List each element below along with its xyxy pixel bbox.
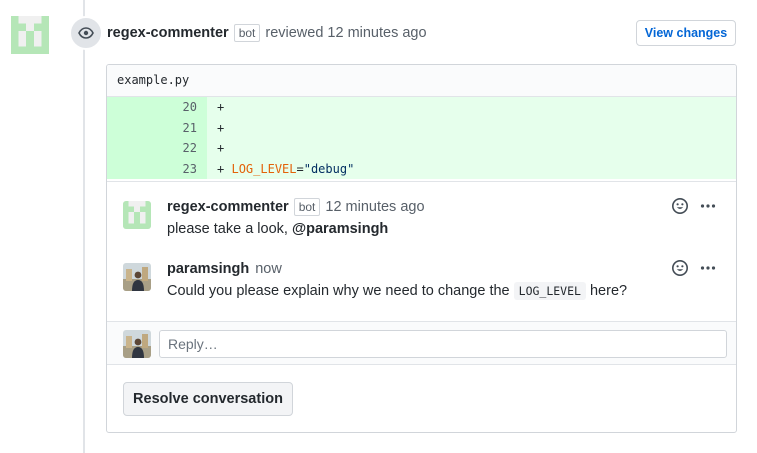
bot-label: bot xyxy=(233,24,261,42)
comment-text: please take a look, xyxy=(167,221,292,237)
eye-icon xyxy=(69,16,103,50)
bot-avatar[interactable] xyxy=(11,16,49,54)
comment-text: Could you please explain why we need to … xyxy=(167,283,514,299)
bot-avatar[interactable] xyxy=(123,201,151,229)
comment-time[interactable]: 12 minutes ago xyxy=(325,199,424,215)
line-number[interactable]: 21 xyxy=(107,117,207,138)
review-thread-card: example.py 20 + 21 + 22 + 23 + LOG_LEVEL… xyxy=(106,64,737,433)
user-mention[interactable]: @paramsingh xyxy=(292,221,388,237)
line-code: + xyxy=(207,97,736,118)
line-number[interactable]: 22 xyxy=(107,138,207,159)
diff-line: 22 + xyxy=(107,138,736,159)
comment-actions xyxy=(671,259,717,277)
user-avatar[interactable] xyxy=(123,263,151,291)
diff-line: 20 + xyxy=(107,97,736,118)
bot-label: bot xyxy=(293,198,321,216)
resolve-conversation-button[interactable]: Resolve conversation xyxy=(123,382,293,416)
kebab-menu-icon[interactable] xyxy=(699,197,717,215)
review-header: regex-commenter bot reviewed 12 minutes … xyxy=(107,22,427,44)
review-author[interactable]: regex-commenter xyxy=(107,25,229,41)
timeline-line xyxy=(83,0,85,453)
line-code: + LOG_LEVEL="debug" xyxy=(207,158,736,179)
comment-header: paramsingh now xyxy=(167,259,282,279)
diff-hunk: 20 + 21 + 22 + 23 + LOG_LEVEL="debug" xyxy=(107,97,736,182)
comment-header: regex-commenter bot 12 minutes ago xyxy=(167,197,425,217)
reply-bar xyxy=(107,321,736,365)
review-time[interactable]: 12 minutes ago xyxy=(327,25,426,41)
line-code: + xyxy=(207,138,736,159)
user-avatar xyxy=(123,330,151,358)
comment-time[interactable]: now xyxy=(255,261,282,277)
smiley-icon[interactable] xyxy=(671,259,689,277)
comment-author[interactable]: paramsingh xyxy=(167,261,249,277)
line-number[interactable]: 20 xyxy=(107,97,207,118)
comment: regex-commenter bot 12 minutes ago pleas… xyxy=(123,197,723,241)
comment-author[interactable]: regex-commenter xyxy=(167,199,289,215)
comment-body: please take a look, @paramsingh xyxy=(167,221,388,237)
inline-code: LOG_LEVEL xyxy=(513,282,586,300)
review-action: reviewed xyxy=(265,25,324,41)
reply-input[interactable] xyxy=(159,330,727,358)
file-name[interactable]: example.py xyxy=(107,65,736,97)
view-changes-button[interactable]: View changes xyxy=(636,20,736,46)
comment-text: here? xyxy=(585,283,628,299)
diff-line: 21 + xyxy=(107,117,736,138)
comment-actions xyxy=(671,197,717,215)
smiley-icon[interactable] xyxy=(671,197,689,215)
diff-line: 23 + LOG_LEVEL="debug" xyxy=(107,158,736,179)
comment: paramsingh now Could you please explain … xyxy=(123,259,723,303)
kebab-menu-icon[interactable] xyxy=(699,259,717,277)
line-code: + xyxy=(207,117,736,138)
line-number[interactable]: 23 xyxy=(107,158,207,179)
comment-body: Could you please explain why we need to … xyxy=(167,282,628,300)
